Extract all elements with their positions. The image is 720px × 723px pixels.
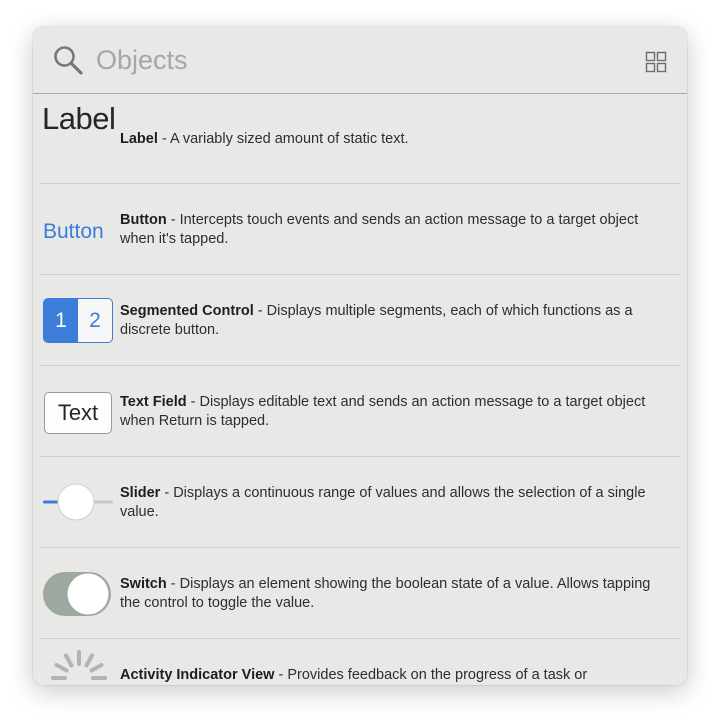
list-item-text-field[interactable]: Text Text Field - Displays editable text… xyxy=(40,367,680,457)
item-detail: Intercepts touch events and sends an act… xyxy=(120,212,639,247)
slider-thumbnail xyxy=(40,458,116,548)
segmented-control-preview: 1 2 xyxy=(43,298,113,343)
object-library-panel: Label Label - A variably sized amount of… xyxy=(33,27,687,685)
item-detail: Displays a continuous range of values an… xyxy=(120,485,646,520)
list-item-label[interactable]: Label Label - A variably sized amount of… xyxy=(40,94,680,184)
grid-view-icon[interactable] xyxy=(645,51,667,73)
object-list: Label Label - A variably sized amount of… xyxy=(33,94,687,685)
item-description: Slider - Displays a continuous range of … xyxy=(120,485,646,520)
item-title: Segmented Control xyxy=(120,303,254,319)
search-icon xyxy=(54,46,83,75)
list-item-button[interactable]: Button Button - Intercepts touch events … xyxy=(40,185,680,275)
item-detail: Displays an element showing the boolean … xyxy=(120,576,651,611)
list-item-slider[interactable]: Slider - Displays a continuous range of … xyxy=(40,458,680,548)
divider xyxy=(40,365,680,366)
item-detail: A variably sized amount of static text. xyxy=(169,131,409,147)
button-thumbnail-text: Button xyxy=(43,220,104,243)
divider xyxy=(40,547,680,548)
activity-indicator-icon xyxy=(51,650,107,680)
item-title: Slider xyxy=(120,485,161,501)
divider xyxy=(40,274,680,275)
item-description: Segmented Control - Displays multiple se… xyxy=(120,303,633,338)
item-description: Switch - Displays an element showing the… xyxy=(120,576,651,611)
item-title: Text Field xyxy=(120,394,187,410)
slider-thumbnail-icon xyxy=(43,483,113,521)
activity-indicator-thumbnail xyxy=(40,640,116,685)
button-thumbnail: Button xyxy=(40,185,116,275)
item-title: Activity Indicator View xyxy=(120,667,275,683)
divider xyxy=(40,183,680,184)
label-thumbnail-text: Label xyxy=(42,101,116,136)
item-title: Button xyxy=(120,212,167,228)
label-thumbnail: Label xyxy=(40,94,116,184)
item-detail: Displays editable text and sends an acti… xyxy=(120,394,646,429)
list-item-activity-indicator[interactable]: Activity Indicator View - Provides feedb… xyxy=(40,640,680,685)
item-description: Label - A variably sized amount of stati… xyxy=(120,131,409,147)
item-description: Activity Indicator View - Provides feedb… xyxy=(120,667,588,683)
divider xyxy=(40,456,680,457)
text-field-preview: Text xyxy=(44,392,112,434)
list-item-switch[interactable]: Switch - Displays an element showing the… xyxy=(40,549,680,639)
divider xyxy=(40,638,680,639)
segment-1: 1 xyxy=(44,299,78,342)
item-detail: Provides feedback on the progress of a t… xyxy=(287,667,588,683)
segment-2: 2 xyxy=(89,309,101,332)
search-bar xyxy=(33,27,687,94)
item-title: Label xyxy=(120,131,158,147)
search-input[interactable] xyxy=(96,40,576,80)
list-item-segmented-control[interactable]: 1 2 Segmented Control - Displays multipl… xyxy=(40,276,680,366)
item-description: Text Field - Displays editable text and … xyxy=(120,394,646,429)
switch-thumbnail-icon xyxy=(43,572,111,616)
item-title: Switch xyxy=(120,576,167,592)
item-description: Button - Intercepts touch events and sen… xyxy=(120,212,639,247)
segmented-control-thumbnail: 1 2 xyxy=(40,276,116,366)
switch-thumbnail xyxy=(40,549,116,639)
text-field-thumbnail: Text xyxy=(40,367,116,457)
